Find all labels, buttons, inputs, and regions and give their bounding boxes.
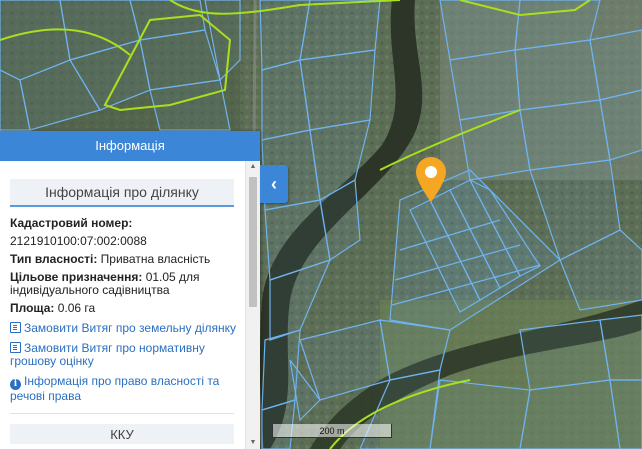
panel-header: Інформація [0, 131, 260, 161]
next-section-title: ККУ [10, 424, 234, 444]
purpose-field: Цільове призначення: 01.05 для індивідуа… [10, 271, 240, 297]
area-field: Площа: 0.06 га [10, 302, 240, 315]
chevron-left-icon: ‹ [271, 174, 277, 194]
link-text: Замовити Витяг про земельну ділянку [24, 321, 237, 335]
marker-pin-icon [416, 157, 446, 202]
cadastral-value: 2121910100:07:002:0088 [10, 234, 147, 248]
link-text: Замовити Витяг про нормативну грошову оц… [10, 341, 205, 368]
collapse-panel-button[interactable]: ‹ [260, 165, 288, 203]
location-marker-icon[interactable] [414, 156, 448, 204]
cadastral-field: Кадастровий номер: [10, 217, 240, 230]
scale-label: 200 m [319, 426, 345, 436]
cadastral-label: Кадастровий номер: [10, 216, 133, 230]
scroll-thumb[interactable] [249, 177, 257, 307]
order-valuation-extract-link[interactable]: Замовити Витяг про нормативну грошову оц… [10, 342, 242, 368]
map-scale-bar: 200 m [272, 424, 392, 438]
area-label: Площа: [10, 301, 55, 315]
ownership-value: Приватна власність [100, 252, 211, 266]
purpose-label: Цільове призначення: [10, 270, 143, 284]
ownership-field: Тип власності: Приватна власність [10, 253, 240, 266]
section-title: Інформація про ділянку [10, 179, 234, 207]
scroll-up-icon[interactable]: ▲ [246, 161, 260, 173]
order-land-extract-link[interactable]: Замовити Витяг про земельну ділянку [10, 322, 242, 335]
area-value: 0.06 га [57, 301, 96, 315]
ownership-label: Тип власності: [10, 252, 98, 266]
scroll-down-icon[interactable]: ▼ [246, 437, 260, 449]
document-icon [10, 322, 21, 333]
divider [10, 413, 234, 414]
ownership-rights-info-link[interactable]: i Інформація про право власності та речов… [10, 375, 242, 403]
panel-scrollbar[interactable]: ▲ ▼ [245, 161, 260, 449]
link-text: Інформація про право власності та речові… [10, 374, 220, 403]
info-panel: Інформація Інформація про ділянку Кадаст… [0, 131, 260, 449]
document-icon [10, 342, 21, 353]
panel-body[interactable]: Інформація про ділянку Кадастровий номер… [0, 161, 246, 449]
